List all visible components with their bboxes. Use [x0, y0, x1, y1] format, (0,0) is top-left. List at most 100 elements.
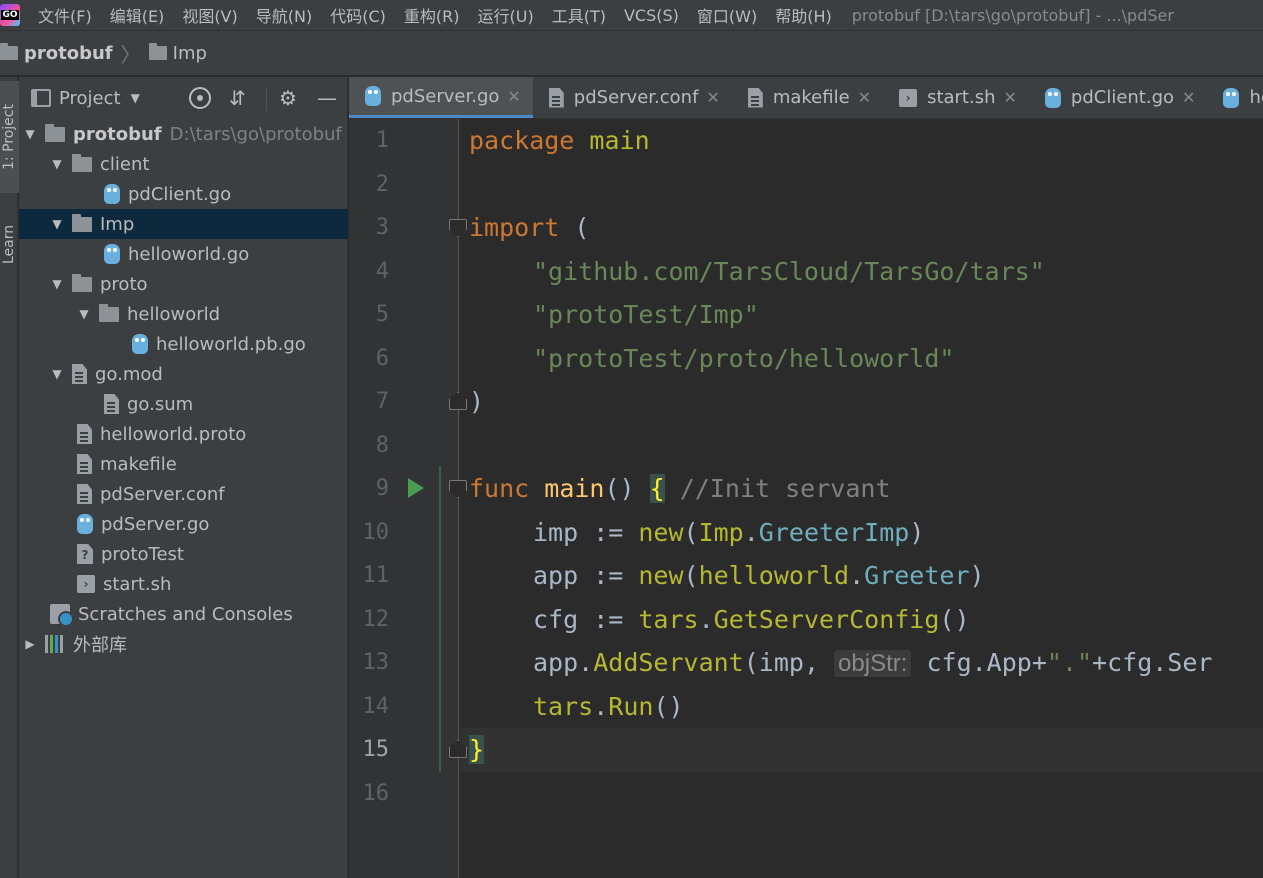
- tree-item-scratches[interactable]: Scratches and Consoles: [19, 599, 348, 629]
- learn-tool-tab[interactable]: Learn: [0, 209, 19, 279]
- tree-item-pdserver-go[interactable]: pdServer.go: [19, 509, 348, 539]
- tree-item-pdclient-go[interactable]: pdClient.go: [19, 179, 348, 209]
- close-icon[interactable]: ✕: [507, 87, 520, 106]
- menu-edit[interactable]: 编辑(E): [102, 3, 173, 27]
- hide-icon[interactable]: —: [317, 87, 337, 109]
- line-number: 5: [375, 302, 389, 327]
- tab-hello[interactable]: hello: [1207, 77, 1263, 118]
- gear-icon[interactable]: ⚙: [279, 87, 297, 109]
- breadcrumb: protobuf 〉 Imp: [0, 30, 1263, 76]
- breadcrumb-child[interactable]: Imp: [173, 43, 207, 64]
- go-file-icon: [1223, 87, 1240, 108]
- close-icon[interactable]: ✕: [1004, 88, 1017, 107]
- package-ref: helloworld: [698, 561, 850, 590]
- tree-item-label: go.mod: [95, 363, 163, 385]
- builtin: new: [638, 561, 684, 590]
- tree-item-makefile[interactable]: makefile: [19, 449, 348, 479]
- menu-view[interactable]: 视图(V): [174, 3, 245, 27]
- tree-item-helloworld-folder[interactable]: ▼ helloworld: [19, 299, 348, 329]
- package-ref: tars: [638, 604, 699, 634]
- code-text: (: [683, 517, 699, 547]
- go-file-icon: [365, 86, 381, 106]
- menu-vcs[interactable]: VCS(S): [616, 6, 687, 25]
- code-text: (): [939, 604, 970, 634]
- code-line-15: }: [469, 728, 485, 772]
- tree-item-start-sh[interactable]: › start.sh: [19, 569, 348, 599]
- tree-item-helloworld-go[interactable]: helloworld.go: [19, 239, 348, 269]
- tab-pdclient-go[interactable]: pdClient.go ✕: [1029, 77, 1208, 118]
- tree-item-label: helloworld.pb.go: [156, 333, 306, 355]
- collapsed-arrow-icon[interactable]: ▶: [23, 637, 37, 651]
- tree-item-label: helloworld.proto: [100, 423, 247, 445]
- project-panel: Project ▼ ⇵ ⚙ — ▼ protobuf D:\tars\go\pr…: [19, 77, 348, 878]
- expand-arrow-icon[interactable]: ▼: [77, 307, 91, 321]
- menu-tools[interactable]: 工具(T): [544, 3, 614, 27]
- shell-file-icon: ›: [899, 88, 918, 107]
- menu-file[interactable]: 文件(F): [30, 3, 100, 27]
- expand-arrow-icon[interactable]: ▼: [50, 157, 64, 171]
- close-icon[interactable]: ✕: [706, 88, 719, 107]
- paren: (: [559, 213, 590, 242]
- tree-item-imp[interactable]: ▼ Imp: [19, 209, 348, 239]
- collapse-all-icon[interactable]: ⇵: [229, 87, 246, 109]
- code-text: app :=: [533, 561, 639, 590]
- tree-item-client[interactable]: ▼ client: [19, 149, 348, 179]
- breadcrumb-root[interactable]: protobuf: [24, 43, 113, 64]
- code-line-13: app.AddServant(imp, objStr: cfg.App+"."+…: [533, 641, 1212, 685]
- menu-navigate[interactable]: 导航(N): [248, 3, 320, 27]
- menu-run[interactable]: 运行(U): [470, 3, 542, 27]
- expand-arrow-icon[interactable]: ▼: [50, 277, 64, 291]
- tab-label: start.sh: [927, 87, 996, 108]
- menu-refactor[interactable]: 重构(R): [396, 3, 468, 27]
- code-line-10: imp := new(Imp.GreeterImp): [533, 511, 924, 555]
- function-name: main: [529, 474, 605, 503]
- folder-icon: [72, 213, 92, 232]
- expand-arrow-icon[interactable]: ▼: [50, 367, 64, 381]
- menu-bar: GO 文件(F) 编辑(E) 视图(V) 导航(N) 代码(C) 重构(R) 运…: [0, 0, 1263, 30]
- code-text: (): [653, 691, 684, 721]
- tree-item-protobuf[interactable]: ▼ protobuf D:\tars\go\protobuf: [19, 119, 348, 149]
- code-text: cfg :=: [533, 604, 639, 634]
- tree-item-external-libraries[interactable]: ▶ 外部库: [19, 629, 348, 659]
- tree-item-helloworld-proto[interactable]: helloworld.proto: [19, 419, 348, 449]
- tree-item-go-mod[interactable]: ▼ go.mod: [19, 359, 348, 389]
- tree-item-pdserver-conf[interactable]: pdServer.conf: [19, 479, 348, 509]
- text-file-icon: [72, 364, 87, 384]
- menu-window[interactable]: 窗口(W): [689, 3, 765, 27]
- menu-code[interactable]: 代码(C): [322, 3, 394, 27]
- dropdown-arrow-icon[interactable]: ▼: [131, 91, 140, 105]
- project-view-selector[interactable]: Project: [59, 88, 121, 109]
- code-text: .: [698, 604, 714, 634]
- expand-arrow-icon[interactable]: ▼: [50, 217, 64, 231]
- run-icon[interactable]: [408, 478, 424, 498]
- code-line-14: tars.Run(): [533, 685, 684, 729]
- tab-label: pdServer.go: [391, 85, 500, 107]
- shell-file-icon: ›: [77, 575, 95, 593]
- code-line-9: func main() { //Init servant: [469, 467, 890, 511]
- tab-pdserver-go[interactable]: pdServer.go ✕: [349, 77, 533, 118]
- tree-item-go-sum[interactable]: go.sum: [19, 389, 348, 419]
- paren: ): [469, 387, 485, 416]
- go-file-icon: [77, 514, 93, 534]
- function-call: GetServerConfig: [713, 604, 940, 634]
- project-tool-tab[interactable]: 1: Project: [0, 81, 19, 193]
- tab-start-sh[interactable]: › start.sh ✕: [883, 77, 1029, 118]
- close-icon[interactable]: ✕: [1182, 88, 1195, 107]
- code-text: .: [578, 648, 594, 677]
- tree-item-helloworld-pb-go[interactable]: helloworld.pb.go: [19, 329, 348, 359]
- scratches-icon: [50, 604, 74, 627]
- matched-brace: {: [649, 474, 665, 503]
- locate-icon[interactable]: [189, 87, 211, 109]
- tree-item-prototest[interactable]: ? protoTest: [19, 539, 348, 569]
- tab-makefile[interactable]: makefile ✕: [732, 77, 883, 118]
- code-line-5: "protoTest/Imp": [533, 293, 759, 337]
- tree-item-proto[interactable]: ▼ proto: [19, 269, 348, 299]
- expand-arrow-icon[interactable]: ▼: [23, 127, 37, 141]
- tree-item-label: pdServer.go: [101, 513, 210, 535]
- code-text: +cfg.Ser: [1092, 648, 1213, 677]
- menu-help[interactable]: 帮助(H): [767, 3, 840, 27]
- package-name: main: [574, 126, 650, 155]
- tab-pdserver-conf[interactable]: pdServer.conf ✕: [533, 77, 732, 118]
- close-icon[interactable]: ✕: [858, 88, 871, 107]
- tab-label: pdClient.go: [1070, 87, 1175, 108]
